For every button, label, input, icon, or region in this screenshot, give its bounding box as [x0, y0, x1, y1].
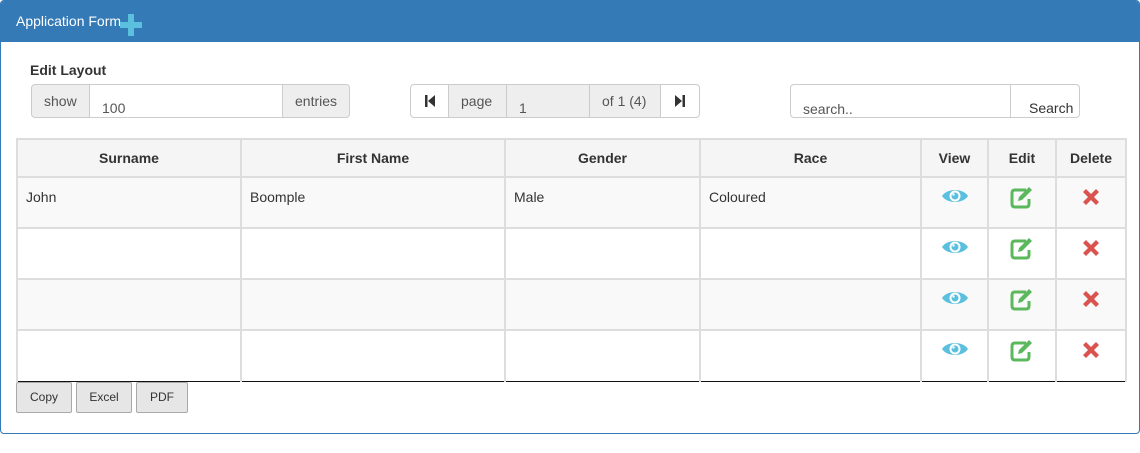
table-row [16, 227, 1127, 280]
pdf-button[interactable]: PDF [136, 382, 188, 413]
panel-heading: Application Form [1, 1, 1139, 42]
plus-icon[interactable] [120, 14, 142, 36]
table-row [16, 278, 1127, 331]
page-number-input[interactable]: 1 [507, 84, 589, 118]
eye-icon[interactable] [941, 288, 969, 308]
cell-delete [1055, 227, 1127, 280]
cell-race [699, 227, 922, 280]
cell-gender [504, 227, 701, 280]
page-label: page [449, 84, 507, 118]
col-header-first-name[interactable]: First Name [240, 138, 506, 178]
table-header-row: Surname First Name Gender Race View Edit… [16, 138, 1127, 178]
col-header-edit: Edit [987, 138, 1057, 178]
cell-first-name: Boomple [240, 176, 506, 229]
cell-delete [1055, 329, 1127, 382]
application-form-panel: Application Form Edit Layout show 100 en… [0, 0, 1140, 434]
excel-button[interactable]: Excel [76, 382, 132, 413]
cell-delete [1055, 176, 1127, 229]
close-icon[interactable] [1080, 186, 1102, 208]
cell-edit [987, 329, 1057, 382]
cell-gender [504, 278, 701, 331]
cell-delete [1055, 278, 1127, 331]
edit-icon[interactable] [1009, 288, 1035, 312]
cell-first-name [240, 329, 506, 382]
last-page-icon [675, 95, 685, 107]
col-header-view: View [920, 138, 989, 178]
cell-edit [987, 278, 1057, 331]
page-length-input[interactable]: 100 [90, 84, 282, 118]
table-row: John Boomple Male Coloured [16, 176, 1127, 229]
cell-gender: Male [504, 176, 701, 229]
search-input[interactable] [790, 84, 1010, 118]
panel-title: Application Form [16, 13, 122, 29]
close-icon[interactable] [1080, 339, 1102, 361]
page-length-control: show 100 entries [31, 84, 350, 118]
cell-race [699, 329, 922, 382]
col-header-delete: Delete [1055, 138, 1127, 178]
cell-surname [16, 227, 242, 280]
cell-view [920, 176, 989, 229]
copy-button[interactable]: Copy [16, 382, 72, 413]
close-icon[interactable] [1080, 237, 1102, 259]
cell-race [699, 278, 922, 331]
eye-icon[interactable] [941, 186, 969, 206]
cell-surname: John [16, 176, 242, 229]
eye-icon[interactable] [941, 339, 969, 359]
cell-race: Coloured [699, 176, 922, 229]
cell-gender [504, 329, 701, 382]
data-table: Surname First Name Gender Race View Edit… [16, 138, 1127, 382]
cell-first-name [240, 278, 506, 331]
edit-layout-label: Edit Layout [30, 62, 107, 78]
search-button[interactable]: Search [1010, 84, 1080, 118]
cell-view [920, 329, 989, 382]
show-label: show [31, 84, 90, 118]
first-page-icon [424, 95, 435, 107]
cell-surname [16, 278, 242, 331]
col-header-gender[interactable]: Gender [504, 138, 701, 178]
last-page-button[interactable] [661, 84, 700, 118]
cell-first-name [240, 227, 506, 280]
cell-surname [16, 329, 242, 382]
edit-icon[interactable] [1009, 339, 1035, 363]
table-row [16, 329, 1127, 382]
cell-view [920, 227, 989, 280]
cell-edit [987, 227, 1057, 280]
cell-edit [987, 176, 1057, 229]
edit-icon[interactable] [1009, 186, 1035, 210]
search-group: Search [790, 84, 1080, 118]
cell-view [920, 278, 989, 331]
edit-icon[interactable] [1009, 237, 1035, 261]
entries-label: entries [282, 84, 350, 118]
col-header-surname[interactable]: Surname [16, 138, 242, 178]
eye-icon[interactable] [941, 237, 969, 257]
close-icon[interactable] [1080, 288, 1102, 310]
col-header-race[interactable]: Race [699, 138, 922, 178]
page-count-label: of 1 (4) [589, 84, 661, 118]
first-page-button[interactable] [410, 84, 449, 118]
pager: page 1 of 1 (4) [410, 84, 700, 118]
